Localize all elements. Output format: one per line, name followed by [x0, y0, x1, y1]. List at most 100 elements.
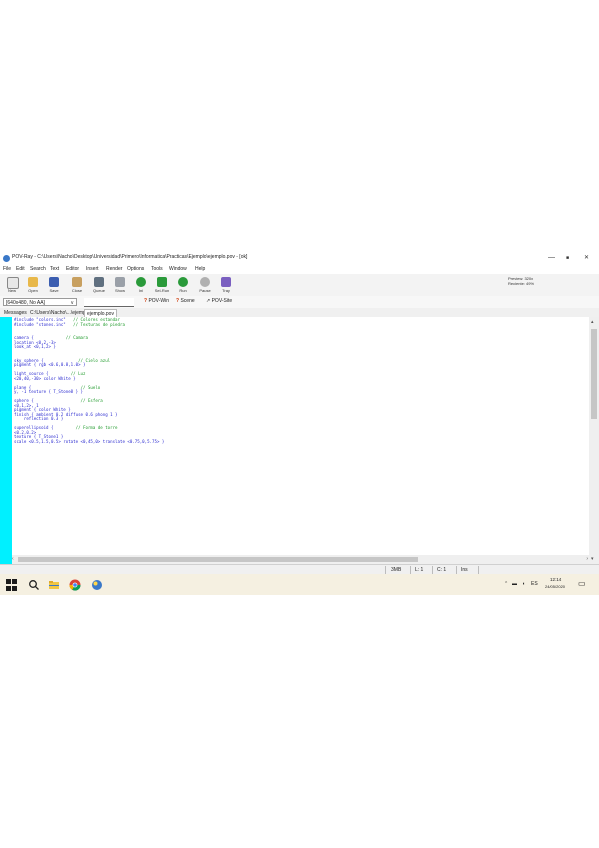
ini-button[interactable]: Ini	[132, 276, 150, 294]
code-token: scale <0.5,1.5,0.5> rotate <0,45,0> tran…	[14, 438, 165, 444]
command-line-input[interactable]	[84, 298, 134, 307]
menu-window[interactable]: Window	[169, 266, 187, 272]
open-folder-icon	[28, 277, 38, 287]
maximize-button[interactable]: ■	[566, 255, 569, 261]
ini-label: Ini	[138, 288, 144, 293]
code-line: scale <0.5,1.5,0.5> rotate <0,45,0> tran…	[14, 438, 165, 445]
code-token: #include "stones.inc"	[14, 321, 74, 327]
scene-help-button[interactable]: ? Scene	[176, 298, 195, 304]
menu-tools[interactable]: Tools	[151, 266, 163, 272]
status-column: C: 1	[437, 567, 447, 573]
menu-file[interactable]: File	[3, 266, 11, 272]
new-button[interactable]: New	[3, 276, 21, 294]
close-button[interactable]: ✕	[584, 254, 589, 261]
new-label: New	[7, 288, 16, 293]
povray-app-icon	[3, 255, 10, 262]
show-icon	[115, 277, 125, 287]
chevron-up-icon[interactable]: ⌃	[504, 581, 508, 587]
link-icon: ↗	[206, 298, 211, 304]
notification-icon[interactable]: ▭	[578, 579, 586, 588]
tray-button[interactable]: Tray	[217, 276, 235, 294]
pov-site-button[interactable]: ↗ POV-Site	[206, 298, 232, 304]
run-label: Run	[179, 288, 187, 293]
menu-edit[interactable]: Edit	[16, 266, 25, 272]
tab-messages[interactable]: Messages	[2, 309, 29, 317]
code-token: y, -1 texture { T_Stone8 } }	[14, 389, 84, 394]
pov-win-help-button[interactable]: ? POV-Win	[144, 298, 169, 304]
scroll-right-icon[interactable]: ›	[586, 556, 588, 562]
menu-help[interactable]: Help	[195, 266, 205, 272]
code-comment: // Esfera	[80, 398, 103, 403]
code-area[interactable]: #include "colors.inc" // Colores estanda…	[14, 317, 165, 445]
horizontal-scroll-thumb[interactable]	[18, 557, 418, 562]
ini-icon	[136, 277, 146, 287]
windows-start-icon[interactable]	[6, 579, 18, 591]
volume-icon[interactable]: ◖	[522, 581, 525, 587]
run-button[interactable]: Run	[174, 276, 192, 294]
scroll-up-icon[interactable]: ▴	[591, 319, 594, 325]
povray-screenshot: POV-Ray - C:\Users\Nacho\Desktop\Univers…	[0, 252, 599, 595]
status-line: L: 1	[415, 567, 424, 573]
resolution-value: [640x480, No AA]	[6, 300, 45, 306]
code-editor[interactable]: #include "colors.inc" // Colores estanda…	[0, 317, 599, 564]
minimize-button[interactable]: —	[548, 254, 555, 261]
code-token: pigment { rgb <0.6,0.8,1.0> }	[14, 362, 86, 367]
save-button[interactable]: Save	[45, 276, 63, 294]
menu-bar: File Edit Search Text Editor Insert Rend…	[0, 265, 599, 274]
povray-taskbar-icon[interactable]	[91, 578, 103, 590]
tray-label: Tray	[222, 288, 230, 293]
title-bar: POV-Ray - C:\Users\Nacho\Desktop\Univers…	[0, 252, 599, 265]
language-indicator[interactable]: ES	[531, 581, 538, 587]
menu-search[interactable]: Search	[30, 266, 46, 272]
sel-run-button[interactable]: Sel-Run	[153, 276, 171, 294]
show-label: Show	[114, 288, 125, 293]
save-label: Save	[49, 288, 59, 293]
clock-date[interactable]: 24/05/2020	[545, 584, 565, 589]
network-icon[interactable]: ▬	[512, 581, 517, 587]
search-icon[interactable]	[28, 578, 40, 590]
horizontal-scrollbar[interactable]: ‹ ›	[12, 555, 589, 564]
menu-options[interactable]: Options	[127, 266, 144, 272]
tray-icon	[221, 277, 231, 287]
save-icon	[49, 277, 59, 287]
help-question-icon: ?	[176, 298, 180, 304]
status-divider	[410, 566, 411, 574]
chrome-icon[interactable]	[69, 578, 81, 591]
code-token: reflection 0.3 }	[14, 416, 64, 421]
code-comment: // Forma de torre	[75, 425, 118, 430]
scroll-left-icon[interactable]: ‹	[12, 556, 14, 562]
show-button[interactable]: Show	[111, 276, 129, 294]
close-file-button[interactable]: Close	[68, 276, 86, 294]
code-comment: // Camara	[65, 335, 88, 340]
menu-text[interactable]: Text	[50, 266, 59, 272]
code-token: look_at <0,1,2> }	[14, 344, 56, 349]
open-button[interactable]: Open	[24, 276, 42, 294]
vertical-scroll-thumb[interactable]	[591, 329, 597, 419]
editor-gutter	[0, 317, 12, 564]
menu-editor[interactable]: Editor	[66, 266, 79, 272]
main-toolbar: New Open Save Close Queue Show Ini Sel-R…	[0, 274, 599, 297]
vertical-scrollbar[interactable]: ▴ ▾	[589, 317, 599, 564]
run-icon	[178, 277, 188, 287]
code-comment: // Texturas de piedra	[73, 321, 125, 327]
sel-run-icon	[157, 277, 167, 287]
status-divider	[385, 566, 386, 574]
resolution-select[interactable]: [640x480, No AA] ∨	[3, 298, 77, 306]
window-title: POV-Ray - C:\Users\Nacho\Desktop\Univers…	[12, 254, 248, 260]
status-divider	[432, 566, 433, 574]
code-comment: // Suelo	[80, 384, 101, 390]
code-token: <20,40,-30> color White }	[14, 375, 76, 381]
menu-render[interactable]: Render	[106, 266, 122, 272]
scene-label: Scene	[180, 298, 195, 304]
status-divider	[456, 566, 457, 574]
file-explorer-icon[interactable]	[48, 578, 60, 590]
editor-tabs: Messages C:\Users\Nacho\...\ejemplo.pov …	[0, 308, 599, 318]
status-mode: Ins	[461, 567, 468, 573]
clock-time[interactable]: 12:14	[550, 577, 561, 582]
close-label: Close	[71, 288, 83, 293]
scroll-down-icon[interactable]: ▾	[591, 556, 594, 562]
pause-icon	[200, 277, 210, 287]
pause-button[interactable]: Pause	[196, 276, 214, 294]
menu-insert[interactable]: Insert	[86, 266, 99, 272]
queue-button[interactable]: Queue	[90, 276, 108, 294]
